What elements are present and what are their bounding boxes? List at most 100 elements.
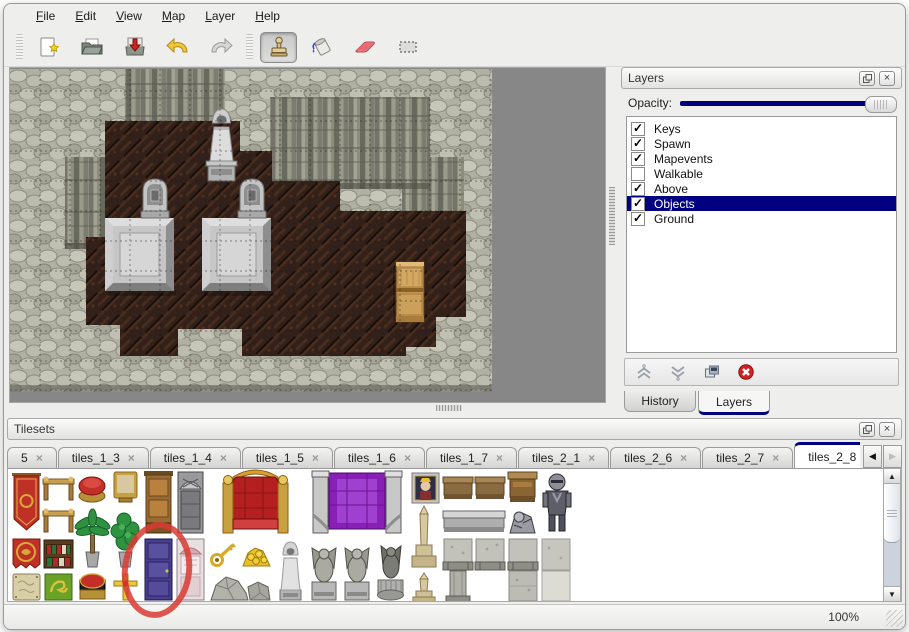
tile-gargoyle-well[interactable] bbox=[378, 546, 404, 600]
tab-close-icon[interactable]: × bbox=[680, 451, 687, 465]
raise-layer-button[interactable] bbox=[631, 361, 657, 383]
tile-pillar-shaft[interactable] bbox=[446, 571, 470, 602]
tileset-tab-tiles_1_5[interactable]: tiles_1_5× bbox=[242, 447, 333, 468]
layer-visibility-checkbox[interactable]: ✓ bbox=[631, 122, 645, 136]
tile-banner-red[interactable] bbox=[12, 473, 41, 530]
map-horizontal-scrollbar[interactable] bbox=[9, 404, 606, 413]
tile-throne-red[interactable] bbox=[223, 470, 288, 533]
dock-tab-layers[interactable]: Layers bbox=[698, 391, 770, 415]
tile-cross-gold[interactable] bbox=[114, 574, 137, 600]
layer-visibility-checkbox[interactable]: ✓ bbox=[631, 197, 645, 211]
tab-close-icon[interactable]: × bbox=[220, 451, 227, 465]
tileset-tab-5[interactable]: 5× bbox=[7, 447, 57, 468]
layer-row-mapevents[interactable]: ✓Mapevents bbox=[627, 151, 896, 166]
tileset-grid[interactable] bbox=[7, 468, 902, 602]
tile-pillar-top[interactable] bbox=[443, 539, 473, 570]
tab-close-icon[interactable]: × bbox=[312, 451, 319, 465]
tileset-tab-tiles_1_3[interactable]: tiles_1_3× bbox=[58, 447, 149, 468]
scroll-up-button[interactable]: ▲ bbox=[884, 469, 900, 484]
tile-pillar-top[interactable] bbox=[508, 539, 538, 570]
map-vertical-scrollbar[interactable] bbox=[608, 67, 617, 403]
scroll-down-button[interactable]: ▼ bbox=[884, 586, 900, 601]
float-panel-button[interactable] bbox=[859, 422, 875, 437]
tab-close-icon[interactable]: × bbox=[772, 451, 779, 465]
tab-close-icon[interactable]: × bbox=[404, 451, 411, 465]
tile-loom[interactable] bbox=[43, 477, 74, 533]
close-panel-button[interactable]: × bbox=[879, 71, 895, 86]
menu-view[interactable]: View bbox=[106, 6, 152, 26]
tab-close-icon[interactable]: × bbox=[128, 451, 135, 465]
tile-bench-wood[interactable] bbox=[443, 477, 473, 499]
menu-edit[interactable]: Edit bbox=[65, 6, 106, 26]
layer-visibility-checkbox[interactable] bbox=[631, 167, 645, 181]
close-panel-button[interactable]: × bbox=[879, 422, 895, 437]
duplicate-layer-button[interactable] bbox=[699, 361, 725, 383]
opacity-slider-handle[interactable] bbox=[865, 96, 897, 113]
tile-stool-black[interactable] bbox=[80, 574, 105, 599]
layer-row-above[interactable]: ✓Above bbox=[627, 181, 896, 196]
layer-visibility-checkbox[interactable]: ✓ bbox=[631, 182, 645, 196]
tile-throne-purple[interactable] bbox=[312, 471, 402, 533]
tile-palm-plant[interactable] bbox=[73, 509, 111, 567]
tileset-tab-tiles_1_7[interactable]: tiles_1_7× bbox=[426, 447, 517, 468]
tile-bush-plant[interactable] bbox=[111, 513, 139, 567]
tab-close-icon[interactable]: × bbox=[36, 451, 43, 465]
tile-gargoyle-statue[interactable] bbox=[345, 548, 369, 600]
tile-mirror[interactable] bbox=[114, 472, 137, 502]
tileset-tab-tiles_1_6[interactable]: tiles_1_6× bbox=[334, 447, 425, 468]
tile-gold-pile[interactable] bbox=[243, 548, 270, 566]
layer-visibility-checkbox[interactable]: ✓ bbox=[631, 137, 645, 151]
tile-bench-wood[interactable] bbox=[475, 477, 505, 499]
toolbar-drag-handle[interactable] bbox=[246, 34, 253, 60]
lower-layer-button[interactable] bbox=[665, 361, 691, 383]
tileset-tab-tiles_2_7[interactable]: tiles_2_7× bbox=[702, 447, 793, 468]
select-tool-button[interactable] bbox=[389, 32, 426, 63]
undo-button[interactable] bbox=[159, 32, 196, 63]
save-map-button[interactable] bbox=[116, 32, 153, 63]
menu-help[interactable]: Help bbox=[245, 6, 290, 26]
tab-scroll-right-button[interactable]: ▶ bbox=[883, 445, 902, 468]
tab-close-icon[interactable]: × bbox=[588, 451, 595, 465]
delete-layer-button[interactable] bbox=[733, 361, 759, 383]
tile-bench-silver[interactable] bbox=[443, 511, 505, 532]
tile-pillar-top[interactable] bbox=[475, 539, 505, 570]
scrollbar-track[interactable] bbox=[884, 543, 900, 586]
tileset-tab-tiles_2_1[interactable]: tiles_2_1× bbox=[518, 447, 609, 468]
tile-door-gray[interactable] bbox=[178, 472, 203, 533]
layer-row-objects[interactable]: ✓Objects bbox=[627, 196, 896, 211]
menu-map[interactable]: Map bbox=[152, 6, 195, 26]
fill-tool-button[interactable] bbox=[303, 32, 340, 63]
tileset-tab-tiles_2_6[interactable]: tiles_2_6× bbox=[610, 447, 701, 468]
eraser-tool-button[interactable] bbox=[346, 32, 383, 63]
tile-door-white[interactable] bbox=[177, 539, 204, 600]
tile-portrait-king[interactable] bbox=[412, 473, 439, 503]
layer-row-keys[interactable]: ✓Keys bbox=[627, 121, 896, 136]
toolbar-drag-handle[interactable] bbox=[16, 34, 23, 60]
map-canvas[interactable] bbox=[9, 67, 606, 403]
tab-scroll-left-button[interactable]: ◀ bbox=[863, 445, 882, 468]
tile-key-gold[interactable] bbox=[212, 544, 236, 566]
layer-row-spawn[interactable]: ✓Spawn bbox=[627, 136, 896, 151]
tileset-tab-tiles_2_8[interactable]: tiles_2_8× bbox=[794, 442, 860, 468]
tile-stone-block[interactable] bbox=[542, 539, 570, 570]
dock-tab-history[interactable]: History bbox=[624, 391, 696, 412]
tile-rock-pile[interactable] bbox=[211, 577, 270, 600]
tile-stone-block[interactable] bbox=[542, 571, 570, 601]
tileset-scrollbar[interactable]: ▲ ▼ bbox=[883, 468, 901, 602]
tile-banner-green[interactable] bbox=[45, 574, 72, 600]
tile-door-wood[interactable] bbox=[144, 471, 173, 533]
scrollbar-thumb[interactable] bbox=[884, 484, 900, 543]
tile-obelisk[interactable] bbox=[412, 506, 436, 567]
redo-button[interactable] bbox=[202, 32, 239, 63]
tile-desk-wood[interactable] bbox=[508, 472, 537, 502]
menu-file[interactable]: File bbox=[26, 6, 65, 26]
menu-layer[interactable]: Layer bbox=[195, 6, 245, 26]
tileset-tab-tiles_1_4[interactable]: tiles_1_4× bbox=[150, 447, 241, 468]
tile-door-purple[interactable] bbox=[145, 539, 172, 600]
layer-visibility-checkbox[interactable]: ✓ bbox=[631, 152, 645, 166]
tile-sign-plaque[interactable] bbox=[13, 574, 40, 600]
tile-statue-hooded[interactable] bbox=[280, 542, 301, 600]
tile-armor-pile[interactable] bbox=[510, 512, 535, 533]
tile-banner-dragon[interactable] bbox=[13, 539, 40, 568]
tile-gargoyle-statue[interactable] bbox=[312, 548, 336, 600]
